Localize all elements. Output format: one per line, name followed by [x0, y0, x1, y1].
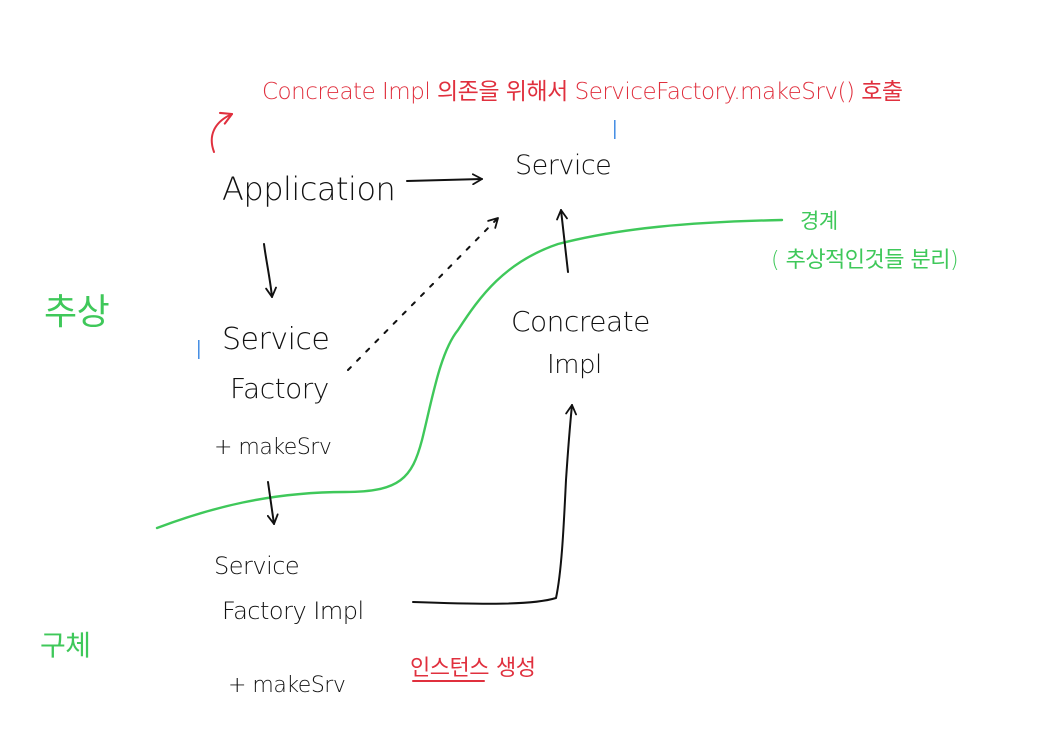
- dotted-arrow-factory-to-service: [347, 217, 499, 371]
- arrow-factory-impl-to-impl: [412, 404, 577, 605]
- boundary-note: ( 추상적인것들 분리): [771, 248, 959, 273]
- instance-note-underlined: 인스턴스: [410, 656, 489, 681]
- node-service-factory-impl-method: + makeSrv: [228, 673, 346, 698]
- node-service-factory-impl-line1: Service: [214, 552, 300, 580]
- node-service-factory-impl-line2: Factory Impl: [222, 597, 364, 625]
- node-application: Application: [222, 170, 396, 208]
- concrete-label: 구체: [40, 629, 91, 662]
- node-service: Service: [515, 150, 612, 181]
- node-service-factory-method: + makeSrv: [214, 435, 332, 460]
- arrow-factory-to-factory-impl: [266, 481, 279, 525]
- abstract-label: 추상: [44, 292, 110, 333]
- interface-marker-service: I: [611, 116, 619, 146]
- diagram-canvas: [155, 111, 784, 682]
- node-service-factory-name-line2: Factory: [230, 372, 329, 405]
- node-concrete-impl-line2: Impl: [547, 350, 602, 380]
- node-service-factory-name: Service: [222, 322, 330, 357]
- node-concrete-impl-line1: Concreate: [511, 305, 650, 338]
- call-arrow-red: [210, 111, 234, 153]
- arrow-application-to-service: [406, 173, 483, 186]
- interface-marker-service-factory: I: [195, 336, 203, 366]
- top-annotation: Concreate Impl 의존을 위해서 ServiceFactory.ma…: [262, 79, 903, 105]
- arrow-application-to-service-factory: [263, 243, 277, 298]
- boundary-label: 경계: [800, 209, 838, 233]
- instance-note-rest: 생성: [496, 656, 536, 681]
